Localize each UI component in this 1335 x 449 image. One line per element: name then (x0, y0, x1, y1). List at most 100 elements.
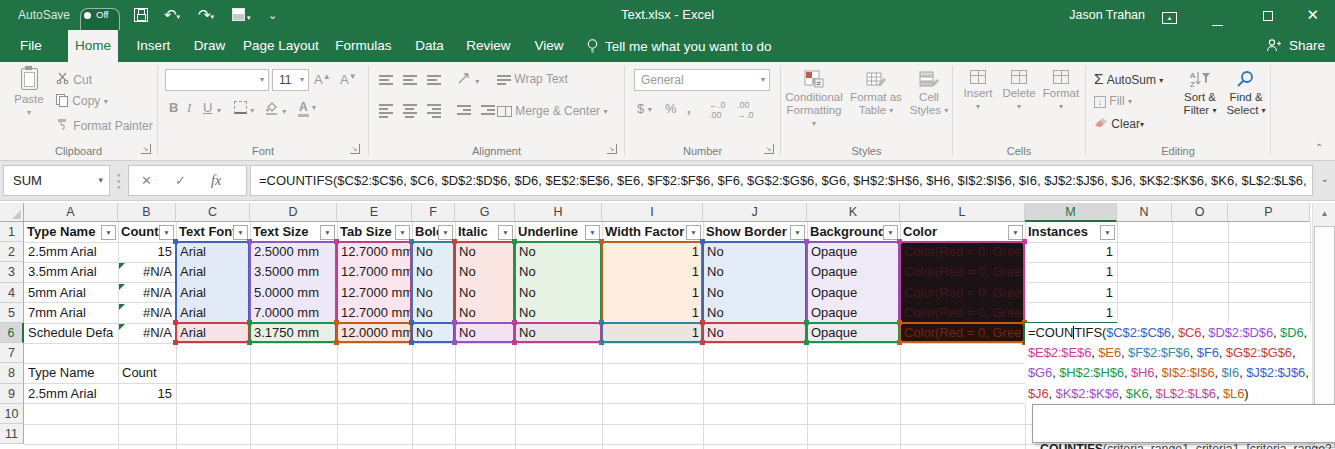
number-dialog-launcher[interactable]: ↘ (764, 144, 774, 154)
cell-H5[interactable]: No (515, 303, 602, 323)
insert-function-button[interactable]: fx (211, 166, 221, 195)
fill-button[interactable]: ↓ Fill ▾ (1094, 94, 1132, 108)
formula-bar-drag-handle[interactable]: ●●● (117, 172, 121, 190)
cell-I1[interactable]: Width Factor (602, 222, 687, 242)
row-header-7[interactable]: 7 (0, 343, 24, 363)
row-header-10[interactable]: 10 (0, 404, 24, 424)
cell-C6[interactable]: Arial (176, 323, 250, 343)
cell-A4[interactable]: 5mm Arial (24, 283, 118, 303)
enter-formula-button[interactable]: ✓ (175, 166, 186, 195)
align-middle-button[interactable] (403, 72, 417, 87)
cell-D4[interactable]: 5.0000 mm (250, 283, 337, 303)
filter-button-B[interactable]: ▼ (159, 225, 174, 240)
font-color-button[interactable]: A ▾ (298, 100, 316, 114)
cell-H3[interactable]: No (515, 262, 602, 282)
cell-D6[interactable]: 3.1750 mm (250, 323, 337, 343)
cell-A5[interactable]: 7mm Arial (24, 303, 118, 323)
percent-style-button[interactable]: % (665, 101, 677, 116)
filter-button-L[interactable]: ▼ (1008, 225, 1023, 240)
cell-B4[interactable]: #N/A (118, 283, 176, 303)
tab-page-layout[interactable]: Page Layout (243, 30, 318, 62)
cell-E3[interactable]: 12.7000 mm (337, 262, 412, 282)
tab-review[interactable]: Review (462, 30, 515, 62)
cell-B5[interactable]: #N/A (118, 303, 176, 323)
underline-button[interactable]: U (203, 100, 212, 115)
user-name[interactable]: Jason Trahan (1069, 0, 1145, 30)
clipboard-dialog-launcher[interactable]: ↘ (141, 144, 151, 154)
row-header-2[interactable]: 2 (0, 242, 24, 262)
tell-me-box[interactable]: Tell me what you want to do (586, 30, 772, 62)
orientation-button[interactable]: ▾ (457, 70, 479, 88)
cell-F2[interactable]: No (412, 242, 455, 262)
cut-button[interactable]: Cut (56, 72, 92, 87)
tab-data[interactable]: Data (410, 30, 449, 62)
cell-M2[interactable]: 1 (1025, 242, 1117, 262)
filter-button-K[interactable]: ▼ (883, 225, 898, 240)
cell-J2[interactable]: No (703, 242, 807, 262)
cell-C3[interactable]: Arial (176, 262, 250, 282)
cell-M3[interactable]: 1 (1025, 262, 1117, 282)
cell-D3[interactable]: 3.5000 mm (250, 262, 337, 282)
cell-A2[interactable]: 2.5mm Arial (24, 242, 118, 262)
cell-G3[interactable]: No (455, 262, 515, 282)
bold-button[interactable]: B (169, 100, 178, 115)
row-header-9[interactable]: 9 (0, 384, 24, 404)
cell-D5[interactable]: 7.0000 mm (250, 303, 337, 323)
scroll-up-button[interactable]: ▲ (1314, 204, 1335, 224)
cell-E1[interactable]: Tab Size (337, 222, 396, 242)
number-format-combo[interactable]: General▾ (634, 69, 770, 91)
cell-G5[interactable]: No (455, 303, 515, 323)
column-header-K[interactable]: K (807, 203, 900, 222)
cell-J1[interactable]: Show Border (703, 222, 791, 242)
merge-center-button[interactable]: Merge & Center ▾ (497, 104, 607, 118)
cell-D1[interactable]: Text Size (250, 222, 321, 242)
font-name-combo[interactable]: ▾ (165, 69, 269, 91)
cell-B2[interactable]: 15 (118, 242, 176, 262)
cell-L3[interactable]: Color(Red = 0, Gree (900, 262, 1025, 282)
cell-L6[interactable]: Color(Red = 0, Gree (900, 323, 1025, 343)
increase-decimal-button[interactable]: ←.0.00 (709, 100, 726, 120)
filter-button-M[interactable]: ▼ (1100, 225, 1115, 240)
increase-font-button[interactable]: A▲ (314, 72, 331, 87)
insert-cells-button[interactable]: Insert▾ (959, 70, 997, 113)
row-header-1[interactable]: 1 (0, 222, 24, 242)
cell-G1[interactable]: Italic (455, 222, 499, 242)
cell-B3[interactable]: #N/A (118, 262, 176, 282)
cell-styles-button[interactable]: CellStyles ▾ (907, 70, 951, 117)
fill-color-button[interactable]: ▾ (264, 101, 286, 118)
decrease-decimal-button[interactable]: .00→.0 (737, 100, 754, 120)
share-button[interactable]: Share (1266, 30, 1325, 62)
column-header-D[interactable]: D (250, 203, 337, 222)
tab-draw[interactable]: Draw (190, 30, 229, 62)
row-header-6[interactable]: 6 (0, 323, 24, 343)
cell-B8[interactable]: Count (118, 363, 176, 383)
format-cells-button[interactable]: Format▾ (1041, 70, 1081, 113)
column-header-F[interactable]: F (412, 203, 455, 222)
align-bottom-button[interactable] (427, 72, 441, 87)
row-header-5[interactable]: 5 (0, 303, 24, 323)
cell-E4[interactable]: 12.7000 mm (337, 283, 412, 303)
row-header-4[interactable]: 4 (0, 283, 24, 303)
align-top-button[interactable] (379, 72, 393, 87)
cell-K6[interactable]: Opaque (807, 323, 900, 343)
cell-J4[interactable]: No (703, 283, 807, 303)
cell-J6[interactable]: No (703, 323, 807, 343)
cell-G2[interactable]: No (455, 242, 515, 262)
column-header-P[interactable]: P (1228, 203, 1310, 222)
filter-button-J[interactable]: ▼ (790, 225, 805, 240)
cell-L2[interactable]: Color(Red = 0, Gree (900, 242, 1025, 262)
column-header-B[interactable]: B (118, 203, 176, 222)
tab-view[interactable]: View (529, 30, 569, 62)
filter-button-E[interactable]: ▼ (395, 225, 410, 240)
column-header-G[interactable]: G (455, 203, 515, 222)
filter-button-H[interactable]: ▼ (585, 225, 600, 240)
row-header-11[interactable]: 11 (0, 424, 24, 444)
formula-bar-input[interactable]: =COUNTIFS($C$2:$C$6, $C6, $D$2:$D$6, $D6… (250, 165, 1313, 196)
cell-D2[interactable]: 2.5000 mm (250, 242, 337, 262)
cell-H4[interactable]: No (515, 283, 602, 303)
cell-C5[interactable]: Arial (176, 303, 250, 323)
column-header-M[interactable]: M (1025, 203, 1117, 222)
tab-home[interactable]: Home (68, 30, 118, 62)
column-header-E[interactable]: E (337, 203, 412, 222)
cell-M5[interactable]: 1 (1025, 303, 1117, 323)
